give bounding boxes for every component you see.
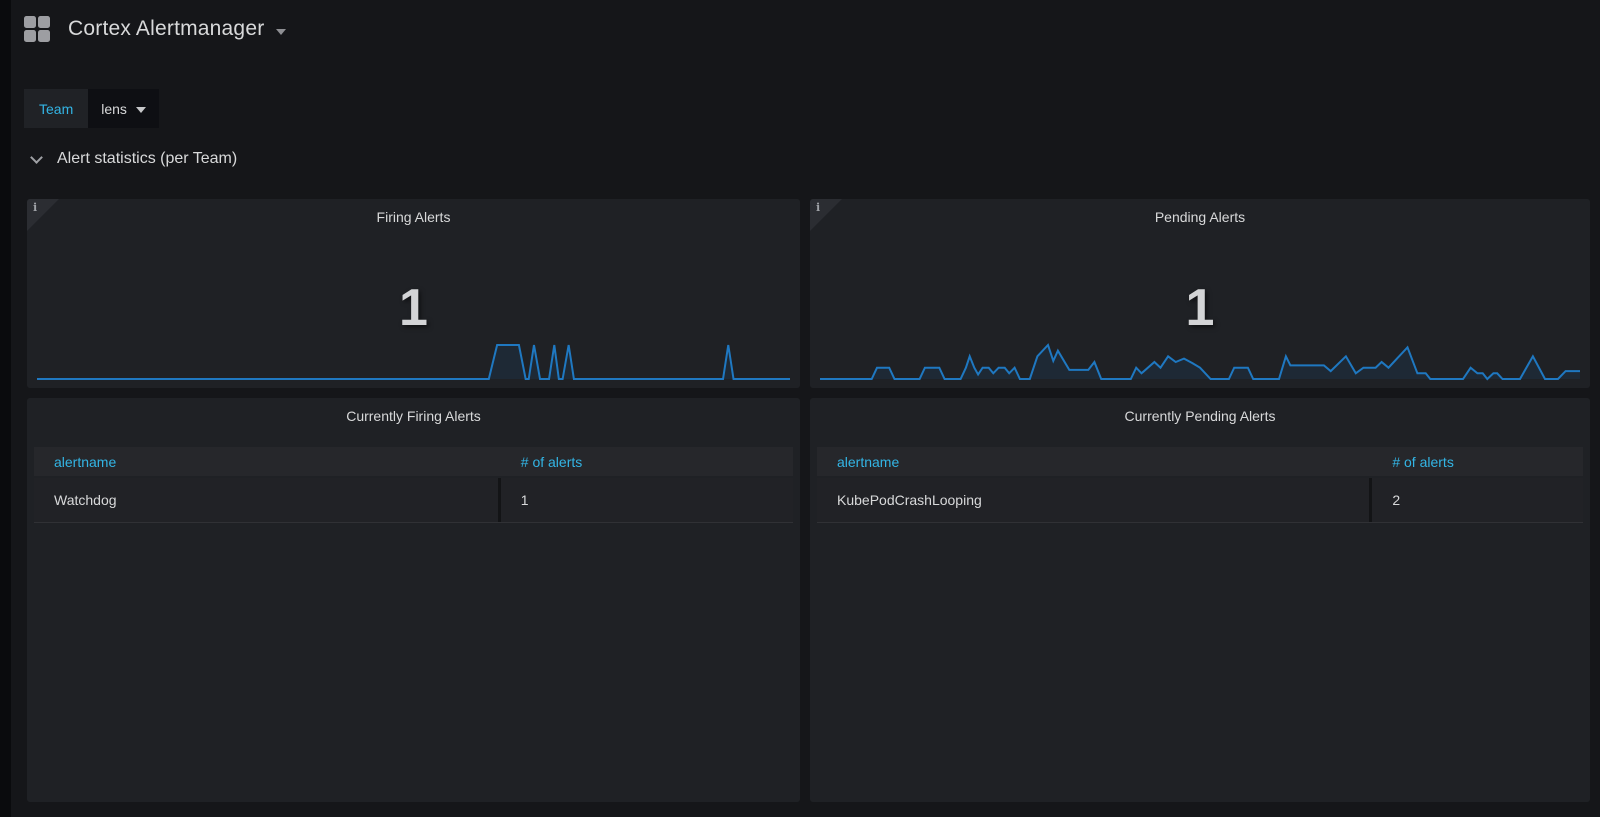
- cell-count: 1: [501, 478, 793, 522]
- sparkline-chart: [37, 339, 790, 381]
- variable-value-dropdown[interactable]: lens: [88, 89, 159, 128]
- panel-info-corner[interactable]: i: [810, 199, 842, 231]
- cell-alertname: KubePodCrashLooping: [817, 478, 1372, 522]
- table-header-row: alertname # of alerts: [34, 447, 793, 476]
- panel-pending-alerts: i Pending Alerts 1: [810, 199, 1590, 388]
- row-toggle-alert-statistics[interactable]: Alert statistics (per Team): [32, 150, 237, 168]
- panel-firing-alerts: i Firing Alerts 1: [27, 199, 800, 388]
- variable-value-text: lens: [101, 101, 127, 117]
- stat-value: 1: [27, 278, 800, 338]
- dashboard-title: Cortex Alertmanager: [68, 17, 264, 41]
- alerts-table: alertname # of alerts Watchdog 1: [34, 447, 793, 523]
- panel-title[interactable]: Currently Firing Alerts: [27, 398, 800, 426]
- table-row: Watchdog 1: [34, 478, 793, 523]
- left-edge-strip: [0, 0, 11, 817]
- chevron-down-icon: [30, 151, 43, 164]
- cell-alertname: Watchdog: [34, 478, 501, 522]
- caret-down-icon: [136, 107, 146, 113]
- panel-title[interactable]: Pending Alerts: [810, 199, 1590, 227]
- dashboard-grid-icon: [24, 16, 50, 42]
- panel-currently-firing-alerts: Currently Firing Alerts alertname # of a…: [27, 398, 800, 802]
- table-header-row: alertname # of alerts: [817, 447, 1583, 476]
- alerts-table: alertname # of alerts KubePodCrashLoopin…: [817, 447, 1583, 523]
- caret-down-icon: [276, 29, 286, 35]
- column-header-count[interactable]: # of alerts: [501, 454, 793, 470]
- sparkline-chart: [820, 339, 1580, 381]
- cell-count: 2: [1372, 478, 1583, 522]
- row-title: Alert statistics (per Team): [57, 150, 237, 168]
- column-header-count[interactable]: # of alerts: [1372, 454, 1583, 470]
- stat-value: 1: [810, 278, 1590, 338]
- column-header-alertname[interactable]: alertname: [817, 454, 1372, 470]
- panel-title[interactable]: Firing Alerts: [27, 199, 800, 227]
- info-icon: i: [33, 201, 37, 214]
- panel-title[interactable]: Currently Pending Alerts: [810, 398, 1590, 426]
- template-variable-team: Team lens: [24, 89, 159, 128]
- column-header-alertname[interactable]: alertname: [34, 454, 501, 470]
- panel-info-corner[interactable]: i: [27, 199, 59, 231]
- table-row: KubePodCrashLooping 2: [817, 478, 1583, 523]
- panel-currently-pending-alerts: Currently Pending Alerts alertname # of …: [810, 398, 1590, 802]
- info-icon: i: [816, 201, 820, 214]
- dashboard-title-button[interactable]: Cortex Alertmanager: [24, 16, 286, 42]
- variable-label: Team: [24, 89, 88, 128]
